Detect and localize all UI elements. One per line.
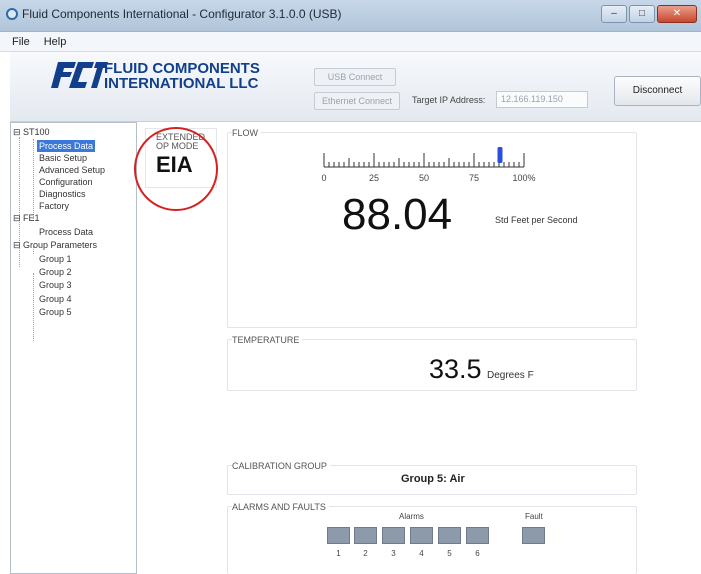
alarm-number-5: 5 <box>447 549 452 558</box>
app-icon <box>6 8 18 20</box>
tree-item-group-5[interactable]: Group 5 <box>39 306 72 318</box>
tree-toggle-st100[interactable]: ⊟ <box>13 126 21 138</box>
tree-item-factory[interactable]: Factory <box>39 200 69 212</box>
tree-item-group-3[interactable]: Group 3 <box>39 279 72 291</box>
close-button[interactable]: ✕ <box>657 5 697 23</box>
fci-logo-icon <box>51 62 108 88</box>
title-bar: Fluid Components International - Configu… <box>0 0 701 32</box>
ethernet-connect-button[interactable]: Ethernet Connect <box>314 92 400 110</box>
navigation-tree: ⊟ ST100 Process Data Basic Setup Advance… <box>10 122 137 574</box>
window-title: Fluid Components International - Configu… <box>22 7 342 21</box>
tree-item-fe1-process-data[interactable]: Process Data <box>39 226 93 238</box>
tree-item-advanced-setup[interactable]: Advanced Setup <box>39 164 105 176</box>
alarm-indicator-2 <box>354 527 377 544</box>
tree-item-group-1[interactable]: Group 1 <box>39 253 72 265</box>
flow-indicator <box>497 147 503 163</box>
disconnect-button[interactable]: Disconnect <box>614 76 701 106</box>
usb-connect-button[interactable]: USB Connect <box>314 68 396 86</box>
scale-label: 100% <box>512 173 535 183</box>
process-data-panel: EXTENDED OP MODE EIA FLOW 0 25 50 75 100% 88… <box>137 122 701 574</box>
minimize-button[interactable]: – <box>601 5 627 23</box>
temperature-title: TEMPERATURE <box>232 335 303 345</box>
alarms-faults-title: ALARMS AND FAULTS <box>232 502 329 512</box>
fault-label: Fault <box>525 512 543 521</box>
header-panel: FLUID COMPONENTS INTERNATIONAL LLC USB C… <box>10 52 701 122</box>
target-ip-field[interactable]: 12.166.119.150 <box>496 91 588 108</box>
logo-text-line2: INTERNATIONAL LLC <box>104 75 259 92</box>
fci-logo <box>50 58 110 101</box>
temperature-value: 33.5 <box>429 354 482 384</box>
alarm-indicator-6 <box>466 527 489 544</box>
tree-item-group-parameters[interactable]: Group Parameters <box>23 239 97 251</box>
menu-help[interactable]: Help <box>44 32 67 51</box>
window-controls: – □ ✕ <box>601 5 697 23</box>
tree-item-st100[interactable]: ST100 <box>23 126 50 138</box>
tree-item-group-2[interactable]: Group 2 <box>39 266 72 278</box>
target-ip-label: Target IP Address: <box>412 95 486 105</box>
scale-label: 75 <box>469 173 479 183</box>
tree-item-basic-setup[interactable]: Basic Setup <box>39 152 87 164</box>
flow-title: FLOW <box>232 128 261 138</box>
maximize-button[interactable]: □ <box>629 5 655 23</box>
fault-indicator <box>522 527 545 544</box>
alarm-number-2: 2 <box>363 549 368 558</box>
flow-unit: Std Feet per Second <box>495 215 578 225</box>
menu-file[interactable]: File <box>12 32 30 51</box>
tree-item-diagnostics[interactable]: Diagnostics <box>39 188 86 200</box>
flow-scale: 0 25 50 75 100% <box>321 147 536 183</box>
flow-value: 88.04 <box>342 190 453 239</box>
tree-item-configuration[interactable]: Configuration <box>39 176 93 188</box>
menu-bar: File Help <box>0 32 701 52</box>
alarm-number-1: 1 <box>336 549 341 558</box>
alarm-number-4: 4 <box>419 549 424 558</box>
alarm-number-3: 3 <box>391 549 396 558</box>
calibration-group-title: CALIBRATION GROUP <box>232 461 330 471</box>
scale-label: 0 <box>321 173 326 183</box>
alarm-indicator-4 <box>410 527 433 544</box>
alarm-number-6: 6 <box>475 549 480 558</box>
tree-item-group-4[interactable]: Group 4 <box>39 293 72 305</box>
alarm-indicator-5 <box>438 527 461 544</box>
scale-label: 25 <box>369 173 379 183</box>
tree-toggle-group-parameters[interactable]: ⊟ <box>13 239 21 251</box>
calibration-group-value: Group 5: Air <box>401 473 465 485</box>
temperature-unit: Degrees F <box>487 370 534 381</box>
alarm-indicator-1 <box>327 527 350 544</box>
alarm-indicator-3 <box>382 527 405 544</box>
alarms-label: Alarms <box>399 512 424 521</box>
tree-item-process-data[interactable]: Process Data <box>37 140 96 152</box>
scale-label: 50 <box>419 173 429 183</box>
tree-item-fe1[interactable]: FE1 <box>23 212 40 224</box>
annotation-circle <box>134 127 218 211</box>
tree-toggle-fe1[interactable]: ⊟ <box>13 212 21 224</box>
